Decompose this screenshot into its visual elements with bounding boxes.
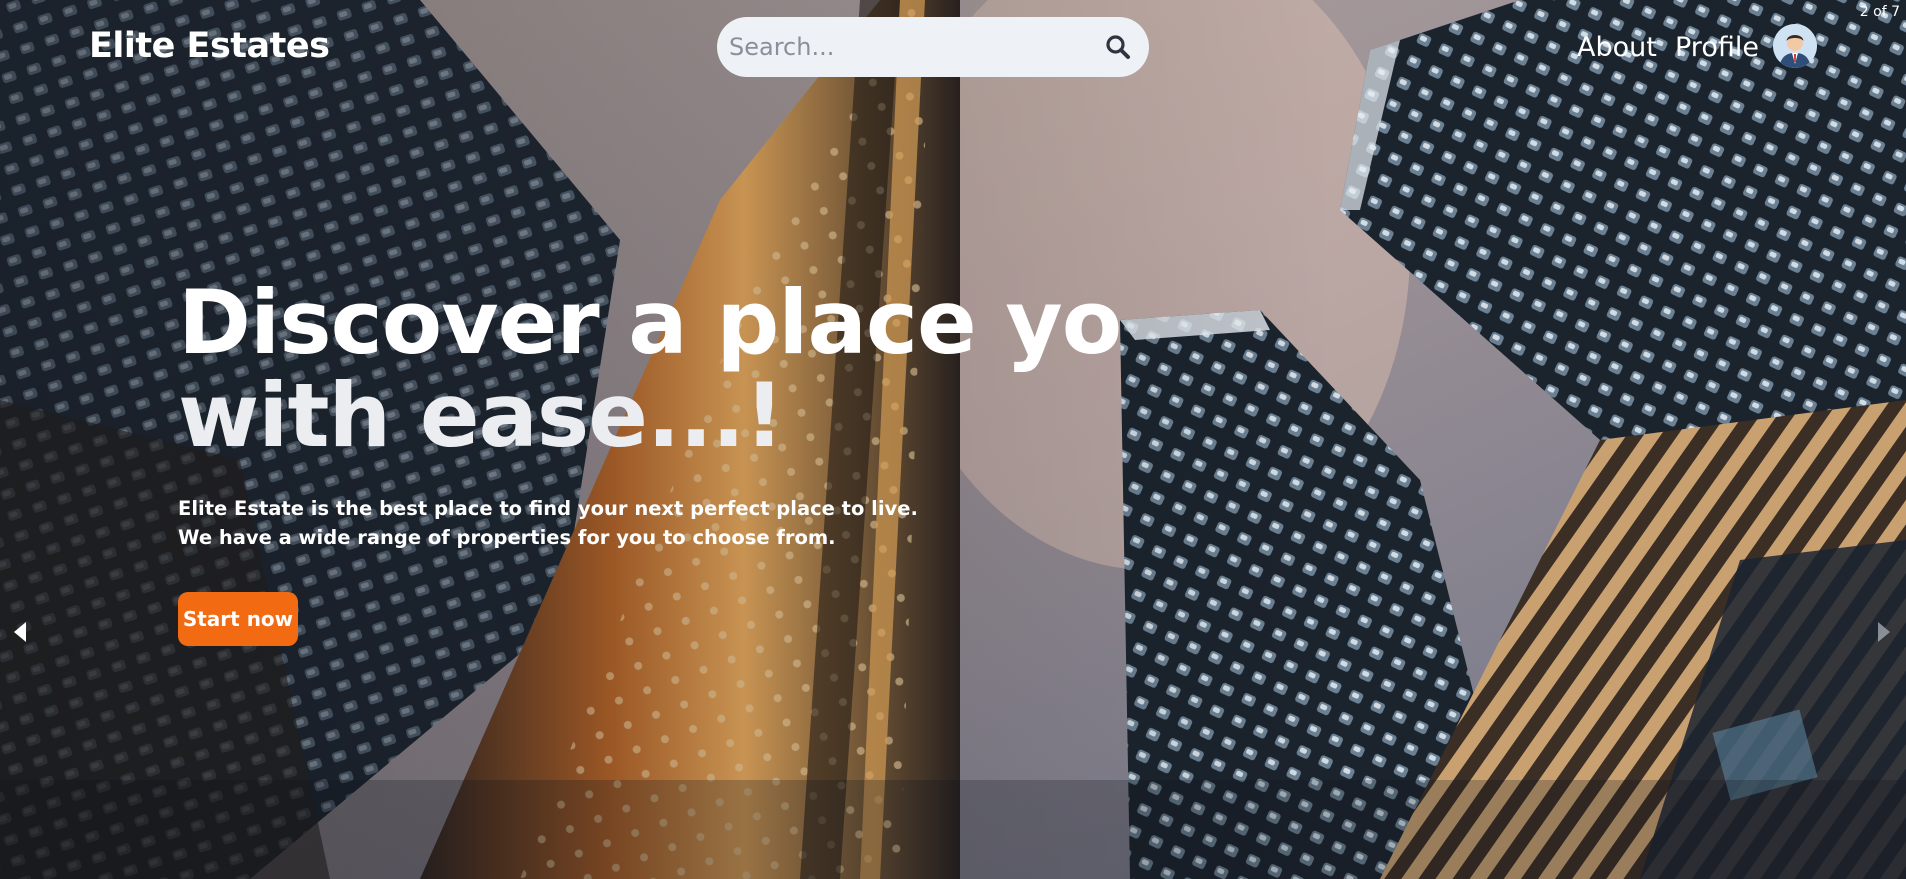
hero-headline: Discover a place yo with ease...!	[178, 276, 1122, 462]
slide-counter: 2 of 7	[1859, 4, 1900, 20]
nav-link-about[interactable]: About	[1577, 32, 1657, 63]
hero-carousel: 2 of 7 Elite Estates About Profile Disco…	[0, 0, 1906, 879]
brand-logo[interactable]: Elite Estates	[89, 26, 330, 66]
triangle-right-icon	[1878, 622, 1890, 642]
hero-subtext: Elite Estate is the best place to find y…	[178, 494, 918, 552]
carousel-prev-button[interactable]	[10, 620, 30, 644]
avatar[interactable]	[1773, 24, 1817, 68]
search-button[interactable]	[1097, 26, 1139, 68]
hero-headline-line2: with ease...!	[178, 364, 784, 467]
search-input[interactable]	[717, 32, 1097, 62]
triangle-left-icon	[14, 622, 26, 642]
start-now-button[interactable]: Start now	[178, 592, 298, 646]
user-avatar-icon	[1773, 24, 1817, 68]
magnifier-icon	[1106, 35, 1130, 59]
search-bar	[717, 17, 1149, 77]
carousel-next-button[interactable]	[1874, 620, 1894, 644]
hero-subtext-line2: We have a wide range of properties for y…	[178, 526, 836, 549]
hero-subtext-line1: Elite Estate is the best place to find y…	[178, 497, 918, 520]
hero-headline-line1: Discover a place yo	[178, 271, 1122, 374]
nav-link-profile[interactable]: Profile	[1675, 32, 1759, 63]
